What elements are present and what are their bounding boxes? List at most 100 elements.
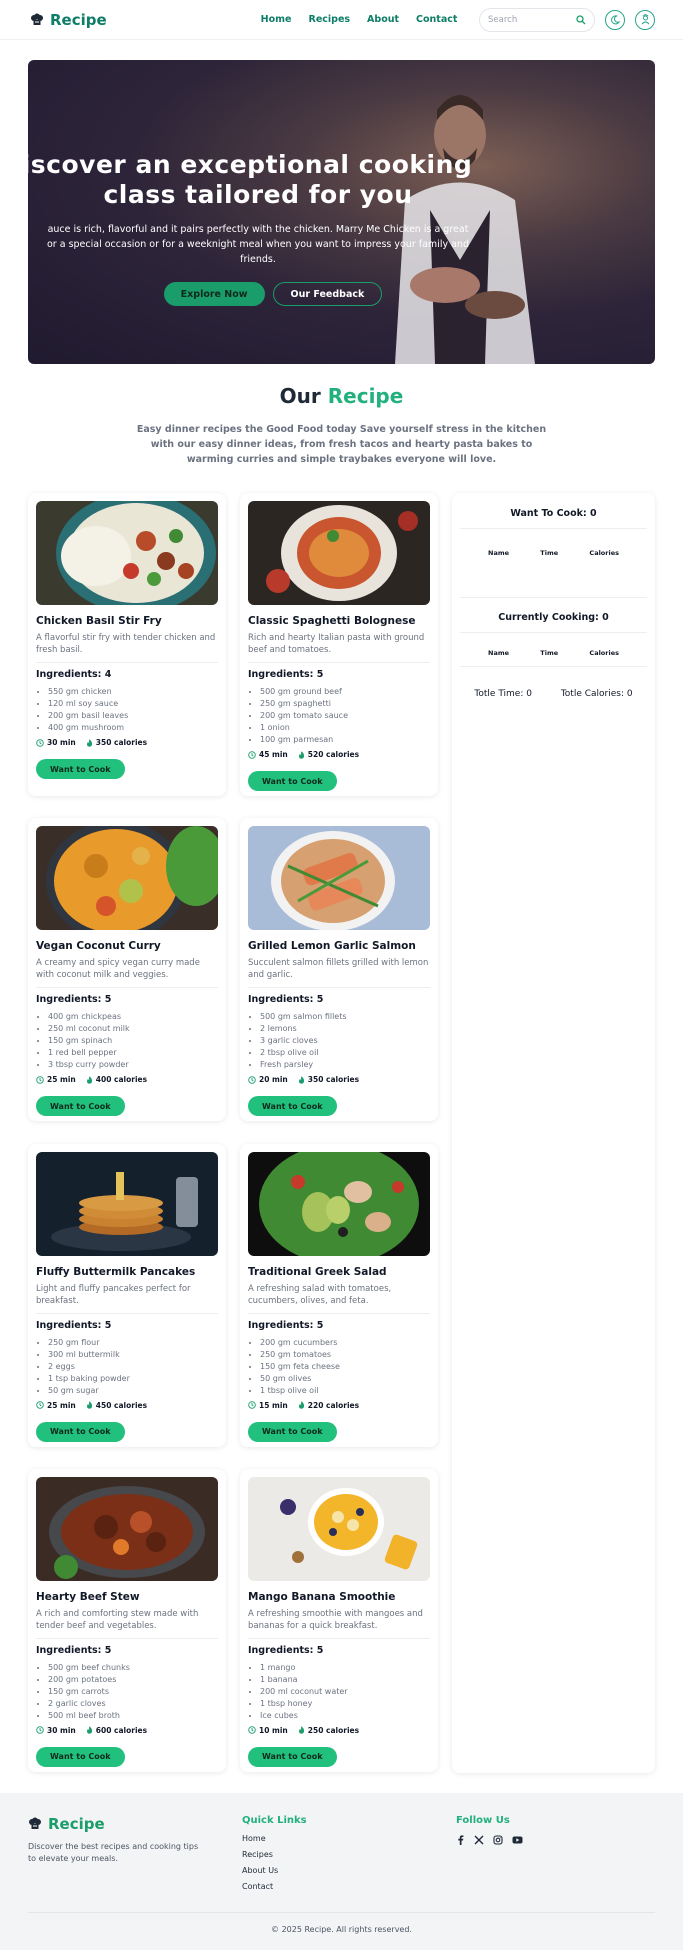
col-time: Time xyxy=(540,549,559,557)
clock-icon xyxy=(36,1076,44,1084)
x-icon[interactable] xyxy=(474,1835,484,1845)
brand-logo[interactable]: Recipe xyxy=(30,11,107,29)
nav-links: Home Recipes About Contact xyxy=(261,14,458,25)
ingredient-item: 200 gm cucumbers xyxy=(260,1337,430,1349)
calories-meta: 350 calories xyxy=(86,738,147,747)
ingredient-item: Fresh parsley xyxy=(260,1059,430,1071)
cooking-table-header: Name Time Calories xyxy=(460,649,647,657)
divider xyxy=(36,1637,218,1639)
nav-link-about[interactable]: About xyxy=(367,14,399,25)
divider xyxy=(36,987,218,989)
footer-brand[interactable]: Recipe xyxy=(28,1815,242,1833)
recipe-card: Fluffy Buttermilk Pancakes Light and fluf… xyxy=(28,1143,226,1447)
want-to-cook-button[interactable]: Want to Cook xyxy=(248,1096,337,1117)
ingredient-item: 1 mango xyxy=(260,1662,430,1674)
recipe-card: Chicken Basil Stir Fry A flavorful stir f… xyxy=(28,493,226,796)
ingredient-item: 200 gm potatoes xyxy=(48,1674,218,1686)
clock-icon xyxy=(248,750,256,759)
clock-icon xyxy=(36,738,44,747)
cooking-sidebar: Want To Cook: 0 Name Time Calories Curre… xyxy=(452,493,655,1773)
ingredient-item: 2 tbsp olive oil xyxy=(260,1047,430,1059)
recipe-time: 20 min xyxy=(259,1075,288,1085)
ingredient-item: 500 gm salmon fillets xyxy=(260,1011,430,1023)
dark-mode-button[interactable] xyxy=(605,9,625,30)
ingredient-item: 2 lemons xyxy=(260,1023,430,1035)
ingredient-item: 150 gm feta cheese xyxy=(260,1361,430,1373)
ingredient-item: 100 gm parmesan xyxy=(260,734,430,746)
our-feedback-button[interactable]: Our Feedback xyxy=(272,282,383,306)
recipe-time: 30 min xyxy=(47,738,76,747)
want-to-cook-button[interactable]: Want to Cook xyxy=(248,771,337,791)
ingredient-item: 250 gm tomatoes xyxy=(260,1349,430,1361)
recipe-meta: 30 min 600 calories xyxy=(36,1726,218,1735)
want-to-cook-button[interactable]: Want to Cook xyxy=(36,1096,125,1117)
search-icon[interactable] xyxy=(576,14,586,25)
section-title-b: Recipe xyxy=(327,384,404,408)
nav-link-contact[interactable]: Contact xyxy=(416,14,457,25)
want-table-header: Name Time Calories xyxy=(460,549,647,557)
user-chef-icon xyxy=(641,14,649,25)
total-time: Totle Time: 0 xyxy=(474,689,532,699)
footer-link-contact[interactable]: Contact xyxy=(242,1882,456,1891)
ingredients-list: 550 gm chicken120 ml soy sauce200 gm bas… xyxy=(48,686,218,734)
nav-link-recipes[interactable]: Recipes xyxy=(309,14,351,25)
recipe-time: 45 min xyxy=(259,750,288,759)
divider xyxy=(248,662,430,663)
want-to-cook-button[interactable]: Want to Cook xyxy=(36,1746,125,1767)
col-name: Name xyxy=(488,649,510,657)
ingredient-item: 150 gm spinach xyxy=(48,1035,218,1047)
explore-now-button[interactable]: Explore Now xyxy=(163,282,265,306)
chef-hat-icon xyxy=(29,1817,41,1829)
col-time: Time xyxy=(540,649,559,657)
ingredient-item: 1 tsp baking powder xyxy=(48,1373,218,1385)
ingredient-item: 1 tbsp olive oil xyxy=(260,1385,430,1397)
want-to-cook-button[interactable]: Want to Cook xyxy=(248,1746,337,1767)
recipe-grid: Chicken Basil Stir Fry A flavorful stir f… xyxy=(28,493,439,1773)
divider xyxy=(36,1312,218,1314)
footer-link-about-us[interactable]: About Us xyxy=(242,1866,456,1875)
calories-meta: 250 calories xyxy=(298,1726,359,1735)
ingredient-item: 250 gm spaghetti xyxy=(260,698,430,710)
nav-link-home[interactable]: Home xyxy=(261,14,292,25)
ingredients-list: 500 gm salmon fillets2 lemons3 garlic cl… xyxy=(260,1011,430,1071)
section-description: Easy dinner recipes the Good Food today … xyxy=(136,424,547,465)
ingredient-item: 400 gm mushroom xyxy=(48,722,218,734)
recipe-calories: 250 calories xyxy=(307,1725,360,1735)
instagram-icon[interactable] xyxy=(493,1835,503,1845)
footer-quick-links: Quick Links Home Recipes About Us Contac… xyxy=(242,1815,456,1898)
recipe-time: 15 min xyxy=(259,1400,288,1410)
youtube-icon[interactable] xyxy=(512,1835,523,1845)
recipe-image xyxy=(36,1476,218,1581)
ingredients-title: Ingredients: 5 xyxy=(36,1319,112,1331)
col-name: Name xyxy=(488,549,510,557)
hero-subtitle-line3: friends. xyxy=(240,254,276,265)
section-title: Our Recipe xyxy=(0,384,683,408)
clock-icon xyxy=(248,1401,256,1409)
divider xyxy=(460,666,647,667)
want-to-cook-button[interactable]: Want to Cook xyxy=(36,759,125,779)
follow-us-title: Follow Us xyxy=(456,1815,510,1826)
totals: Totle Time: 0 Totle Calories: 0 xyxy=(460,689,647,699)
recipe-calories: 400 calories xyxy=(95,1075,148,1085)
clock-icon xyxy=(36,1401,44,1409)
ingredient-item: 250 ml coconut milk xyxy=(48,1023,218,1035)
profile-button[interactable] xyxy=(635,9,655,30)
facebook-icon[interactable] xyxy=(456,1835,465,1845)
ingredient-item: 1 tbsp honey xyxy=(260,1698,430,1710)
chef-hat-icon xyxy=(31,13,43,25)
calories-meta: 520 calories xyxy=(298,750,359,759)
want-to-cook-button[interactable]: Want to Cook xyxy=(248,1421,337,1442)
section-title-a: Our xyxy=(279,384,321,408)
footer-about: Recipe Discover the best recipes and coo… xyxy=(28,1815,242,1898)
footer-link-home[interactable]: Home xyxy=(242,1834,456,1843)
recipe-image xyxy=(248,826,430,931)
search-input[interactable]: Search xyxy=(479,7,595,32)
calories-meta: 350 calories xyxy=(298,1075,359,1084)
footer-follow: Follow Us xyxy=(456,1815,523,1898)
flame-icon xyxy=(298,750,304,759)
want-to-cook-button[interactable]: Want to Cook xyxy=(36,1421,125,1442)
footer-link-recipes[interactable]: Recipes xyxy=(242,1850,456,1859)
ingredient-item: 120 ml soy sauce xyxy=(48,698,218,710)
recipe-image xyxy=(36,1151,218,1256)
recipe-description: Rich and hearty Italian pasta with groun… xyxy=(248,633,425,655)
